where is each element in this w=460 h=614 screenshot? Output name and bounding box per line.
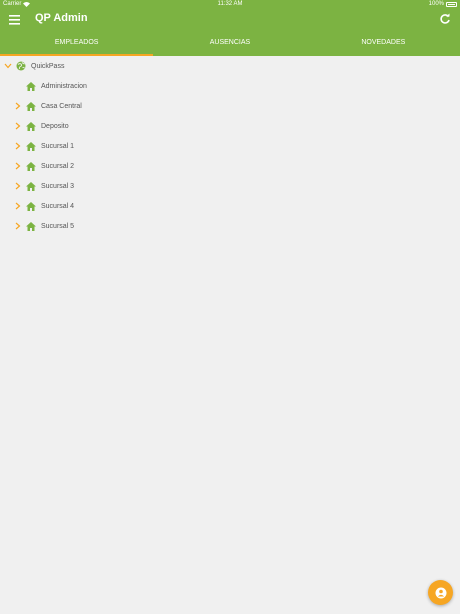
tree-node-sucursal-5[interactable]: Sucursal 5 <box>13 216 74 236</box>
tab-bar: EMPLEADOS AUSENCIAS NOVEDADES <box>0 31 460 56</box>
status-bar: Carrier 11:32 AM 100% <box>0 0 460 10</box>
home-icon <box>26 161 36 171</box>
app-header: Carrier 11:32 AM 100% QP Admin EMPLEADOS… <box>0 0 460 56</box>
user-fab-button[interactable] <box>428 580 453 605</box>
tab-ausencias[interactable]: AUSENCIAS <box>153 31 306 56</box>
tree-node-label: Deposito <box>41 122 69 130</box>
battery-icon <box>446 1 457 7</box>
tree-node-label: QuickPass <box>31 62 65 70</box>
tree-node-label: Administracion <box>41 82 87 90</box>
chevron-right-icon[interactable] <box>13 121 23 131</box>
user-icon <box>435 587 446 598</box>
home-icon <box>26 181 36 191</box>
chevron-right-icon[interactable] <box>13 101 23 111</box>
chevron-right-icon[interactable] <box>13 201 23 211</box>
chevron-right-icon[interactable] <box>13 221 23 231</box>
home-icon <box>26 101 36 111</box>
app-bar: QP Admin <box>0 10 460 30</box>
tab-novedades[interactable]: NOVEDADES <box>307 31 460 56</box>
tree-node-deposito[interactable]: Deposito <box>13 116 69 136</box>
tree-node-administracion[interactable]: Administracion <box>26 76 87 96</box>
tree-node-sucursal-3[interactable]: Sucursal 3 <box>13 176 74 196</box>
globe-icon <box>16 61 26 71</box>
battery-info: 100% <box>429 1 457 7</box>
chevron-right-icon[interactable] <box>13 161 23 171</box>
chevron-right-icon[interactable] <box>13 141 23 151</box>
status-time: 11:32 AM <box>217 1 243 7</box>
home-icon <box>26 121 36 131</box>
tree-node-sucursal-1[interactable]: Sucursal 1 <box>13 136 74 156</box>
home-icon <box>26 81 36 91</box>
refresh-icon[interactable] <box>439 13 451 25</box>
tree-root-quickpass[interactable]: QuickPass <box>3 56 64 76</box>
menu-icon[interactable] <box>9 13 21 27</box>
tree-node-label: Sucursal 3 <box>41 182 75 190</box>
app-title: QP Admin <box>35 12 88 24</box>
tree-node-label: Sucursal 2 <box>41 162 75 170</box>
tab-empleados[interactable]: EMPLEADOS <box>0 31 154 56</box>
tree-node-sucursal-4[interactable]: Sucursal 4 <box>13 196 74 216</box>
tree-node-casa-central[interactable]: Casa Central <box>13 96 82 116</box>
chevron-right-icon[interactable] <box>13 181 23 191</box>
battery-percent: 100% <box>428 1 444 7</box>
tree-node-label: Sucursal 1 <box>41 142 75 150</box>
chevron-down-icon[interactable] <box>3 61 13 71</box>
home-icon <box>26 221 36 231</box>
home-icon <box>26 141 36 151</box>
tree-node-label: Sucursal 5 <box>41 222 75 230</box>
tree-node-label: Casa Central <box>41 102 82 110</box>
tree-node-label: Sucursal 4 <box>41 202 75 210</box>
tree-node-sucursal-2[interactable]: Sucursal 2 <box>13 156 74 176</box>
home-icon <box>26 201 36 211</box>
